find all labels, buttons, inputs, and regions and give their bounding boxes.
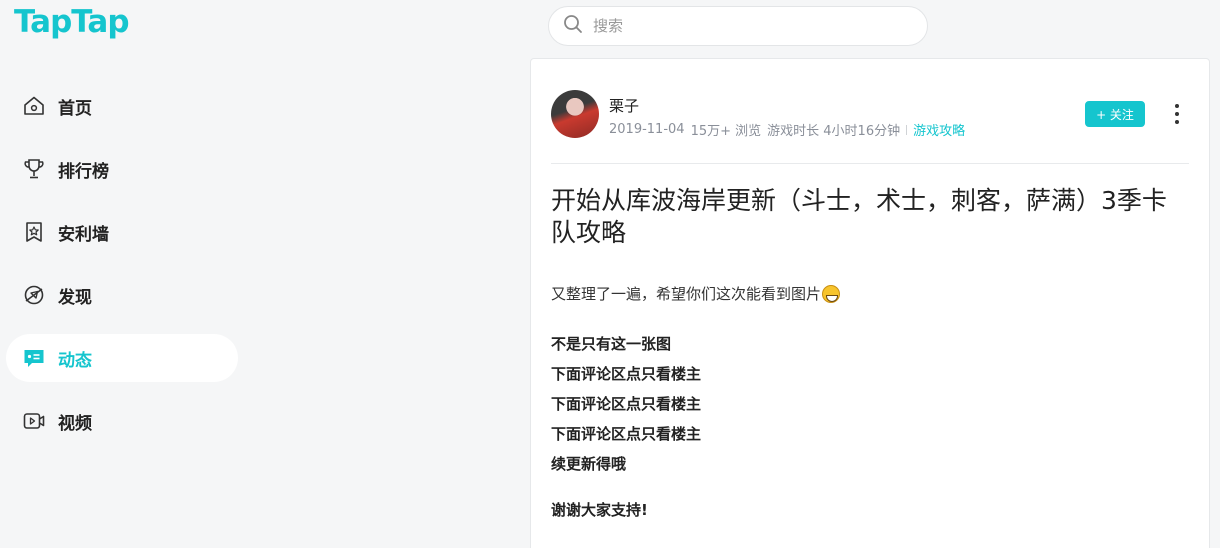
author-name[interactable]: 栗子 bbox=[609, 95, 639, 116]
post-line: 续更新得哦 bbox=[551, 455, 627, 473]
trophy-icon bbox=[22, 157, 46, 181]
post-playtime: 游戏时长 4小时16分钟 bbox=[767, 124, 901, 139]
post-intro: 又整理了一遍，希望你们这次能看到图片 bbox=[551, 283, 841, 304]
sidebar-item-label: 安利墙 bbox=[58, 224, 109, 245]
laughing-emoji-icon bbox=[822, 284, 841, 303]
sidebar-item-feed[interactable]: 动态 bbox=[6, 334, 238, 382]
post-body: 不是只有这一张图 下面评论区点只看楼主 下面评论区点只看楼主 下面评论区点只看楼… bbox=[551, 329, 701, 479]
sidebar-item-label: 首页 bbox=[58, 98, 92, 119]
sidebar-item-discover[interactable]: 发现 bbox=[6, 271, 238, 319]
follow-button[interactable]: + 关注 bbox=[1085, 101, 1145, 127]
post-meta: 2019-11-04 15万+ 浏览 游戏时长 4小时16分钟 游戏攻略 bbox=[609, 120, 971, 139]
sidebar-item-label: 发现 bbox=[58, 287, 92, 308]
sidebar-item-video[interactable]: 视频 bbox=[6, 397, 238, 445]
post-thanks: 谢谢大家支持! bbox=[551, 501, 648, 519]
home-icon bbox=[22, 94, 46, 118]
sidebar-nav: 首页 排行榜 安利墙 发现 动态 视频 bbox=[6, 82, 238, 460]
post-title: 开始从库波海岸更新（斗士，术士，刺客，萨满）3季卡队攻略 bbox=[551, 186, 1167, 247]
post-tag[interactable]: 游戏攻略 bbox=[913, 120, 965, 139]
video-icon bbox=[22, 409, 46, 433]
post-card: 栗子 2019-11-04 15万+ 浏览 游戏时长 4小时16分钟 游戏攻略 … bbox=[530, 58, 1210, 548]
sidebar-item-recommend-wall[interactable]: 安利墙 bbox=[6, 208, 238, 256]
post-views: 15万+ 浏览 bbox=[690, 124, 762, 139]
search-bar[interactable] bbox=[548, 6, 928, 46]
post-intro-text: 又整理了一遍，希望你们这次能看到图片 bbox=[551, 285, 822, 303]
post-line: 下面评论区点只看楼主 bbox=[551, 365, 702, 383]
post-line: 下面评论区点只看楼主 bbox=[551, 395, 702, 413]
compass-icon bbox=[22, 283, 46, 307]
recommend-badge-icon bbox=[22, 220, 46, 244]
sidebar-item-label: 视频 bbox=[58, 413, 92, 434]
sidebar-item-label: 动态 bbox=[58, 350, 92, 371]
more-options-icon[interactable] bbox=[1169, 104, 1185, 124]
post-date: 2019-11-04 bbox=[609, 122, 685, 137]
sidebar-item-home[interactable]: 首页 bbox=[6, 82, 238, 130]
chat-feed-icon bbox=[22, 346, 46, 370]
post-line: 下面评论区点只看楼主 bbox=[551, 425, 702, 443]
search-icon bbox=[563, 14, 583, 38]
post-line: 不是只有这一张图 bbox=[551, 335, 672, 353]
sidebar-item-ranking[interactable]: 排行榜 bbox=[6, 145, 238, 193]
meta-divider bbox=[906, 124, 908, 135]
search-input[interactable] bbox=[593, 17, 913, 35]
divider bbox=[551, 163, 1189, 164]
taptap-logo[interactable]: TapTap bbox=[14, 4, 130, 40]
avatar[interactable] bbox=[551, 90, 599, 138]
sidebar-item-label: 排行榜 bbox=[58, 161, 109, 182]
